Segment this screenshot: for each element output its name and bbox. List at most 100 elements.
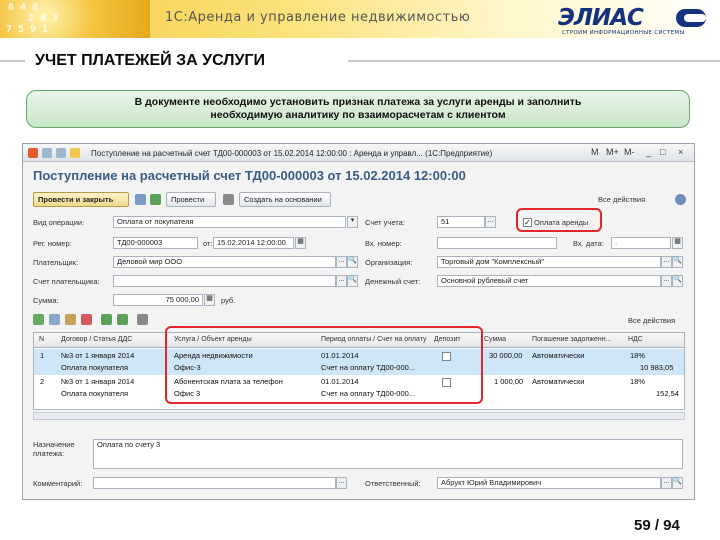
document-title: Поступление на расчетный счет ТД00-00000… [33, 168, 466, 183]
memory-minus-button[interactable]: M- [624, 147, 635, 157]
row-number: 1 [40, 351, 45, 360]
payer-account-field[interactable] [113, 275, 336, 287]
bank-account-open-button[interactable]: 🔍 [672, 275, 683, 287]
payer-account-select-button[interactable]: ... [336, 275, 347, 287]
payer-field[interactable]: Деловой мир ООО [113, 256, 336, 268]
currency-label: руб. [221, 296, 236, 305]
in-no-field[interactable] [437, 237, 557, 249]
comment-field[interactable] [93, 477, 336, 489]
window-title: Поступление на расчетный счет ТД00-00000… [91, 149, 493, 158]
comment-edit-button[interactable]: ... [336, 477, 347, 489]
bank-account-label: Денежный счет: [365, 277, 421, 286]
row-contract: №3 от 1 января 2014 [61, 351, 135, 360]
maximize-button[interactable]: □ [660, 147, 665, 157]
payer-account-label: Счет плательщика: [33, 277, 100, 286]
help-icon[interactable] [675, 194, 686, 205]
org-select-button[interactable]: ... [661, 256, 672, 268]
calendar-button[interactable]: ▦ [295, 237, 306, 249]
row-vat-rate: 18% [630, 351, 646, 360]
decorative-logo: 8 4 6 2 8 3 7 5 9 1 [0, 0, 150, 38]
op-type-select-button[interactable]: ▾ [347, 216, 358, 228]
date-field[interactable]: 15.02.2014 12:00:00 [213, 237, 294, 249]
col-sum[interactable]: Сумма [484, 336, 506, 343]
page-number: 59 / 94 [634, 517, 680, 534]
post-icon[interactable] [150, 194, 161, 205]
row-contract: №3 от 1 января 2014 [61, 377, 135, 386]
print-icon[interactable] [223, 194, 234, 205]
app-title: 1С:Аренда и управление недвижимостью [165, 10, 471, 25]
col-vat[interactable]: НДС [628, 336, 643, 343]
payer-account-open-button[interactable]: 🔍 [347, 275, 358, 287]
logo-word: ЭЛИАС [558, 5, 644, 31]
all-actions-menu[interactable]: Все действия [598, 195, 645, 204]
table-scrollbar[interactable] [33, 412, 685, 420]
move-up-icon[interactable] [101, 314, 112, 325]
bank-account-field[interactable]: Основной рублевый счет [437, 275, 661, 287]
col-repay[interactable]: Погашение задолженн... [532, 336, 612, 343]
account-select-button[interactable]: ... [485, 216, 496, 228]
row-sum: 1 000,00 [494, 377, 524, 386]
document-window: Поступление на расчетный счет ТД00-00000… [22, 143, 695, 500]
logo-subtitle: СТРОИМ ИНФОРМАЦИОННЫЕ СИСТЕМЫ [562, 30, 685, 36]
in-date-field[interactable]: . [611, 237, 671, 249]
move-down-icon[interactable] [117, 314, 128, 325]
row-repay: Автоматически [532, 377, 585, 386]
row-vat-sum: 152,54 [656, 389, 679, 398]
op-type-field[interactable]: Оплата от покупателя [113, 216, 346, 228]
instruction-note: В документе необходимо установить призна… [26, 90, 690, 128]
responsible-open-button[interactable]: 🔍 [672, 477, 683, 489]
payer-open-button[interactable]: 🔍 [347, 256, 358, 268]
reg-no-label: Рег. номер: [33, 239, 72, 248]
purpose-field[interactable]: Оплата по счету 3 [93, 439, 683, 469]
post-button[interactable]: Провести [166, 192, 216, 207]
favorite-icon[interactable] [70, 148, 80, 158]
row-sum: 30 000,00 [489, 351, 523, 360]
org-field[interactable]: Торговый дом "Комплексный" [437, 256, 661, 268]
logo-mark-icon [676, 9, 706, 27]
back-icon[interactable] [42, 148, 52, 158]
row-repay: Автоматически [532, 351, 585, 360]
callout-rent-payment [516, 208, 602, 232]
forward-icon[interactable] [56, 148, 66, 158]
account-field[interactable]: 51 [437, 216, 485, 228]
post-and-close-button[interactable]: Провести и закрыть [33, 192, 129, 207]
table-all-actions-menu[interactable]: Все действия [628, 316, 675, 325]
row-vat-sum: 10 983,05 [640, 363, 674, 372]
in-date-calendar-button[interactable]: ▦ [672, 237, 683, 249]
in-no-label: Вх. номер: [365, 239, 402, 248]
copy-row-icon[interactable] [49, 314, 60, 325]
add-row-icon[interactable] [33, 314, 44, 325]
reg-no-field[interactable]: ТД00-000003 [113, 237, 198, 249]
header-band: 8 4 6 2 8 3 7 5 9 1 1С:Аренда и управлен… [0, 0, 720, 38]
find-icon[interactable] [137, 314, 148, 325]
save-icon[interactable] [135, 194, 146, 205]
responsible-field[interactable]: Абрукт Юрий Владимирович [437, 477, 661, 489]
org-open-button[interactable]: 🔍 [672, 256, 683, 268]
account-label: Счет учета: [365, 218, 405, 227]
row-dds: Оплата покупателя [61, 363, 129, 372]
app-icon[interactable] [28, 148, 38, 158]
memory-button[interactable]: M [591, 147, 599, 157]
responsible-select-button[interactable]: ... [661, 477, 672, 489]
note-line-1: В документе необходимо установить призна… [134, 96, 582, 108]
sum-field[interactable]: 75 000,00 [113, 294, 203, 306]
payer-select-button[interactable]: ... [336, 256, 347, 268]
callout-service-columns [165, 326, 483, 404]
row-number: 2 [40, 377, 45, 386]
from-label: от: [203, 239, 213, 248]
minimize-button[interactable]: _ [646, 147, 651, 157]
calculator-button[interactable]: ▦ [204, 294, 215, 306]
edit-row-icon[interactable] [65, 314, 76, 325]
payer-label: Плательщик: [33, 258, 79, 267]
org-label: Организация: [365, 258, 413, 267]
delete-row-icon[interactable] [81, 314, 92, 325]
in-date-label: Вх. дата: [573, 239, 604, 248]
create-based-button[interactable]: Создать на основании [239, 192, 331, 207]
col-contract[interactable]: Договор / Статья ДДС [61, 336, 132, 343]
close-button[interactable]: × [678, 147, 683, 157]
bank-account-select-button[interactable]: ... [661, 275, 672, 287]
responsible-label: Ответственный: [365, 479, 421, 488]
col-n[interactable]: N [39, 336, 44, 343]
op-type-label: Вид операции: [33, 218, 85, 227]
memory-plus-button[interactable]: M+ [606, 147, 619, 157]
